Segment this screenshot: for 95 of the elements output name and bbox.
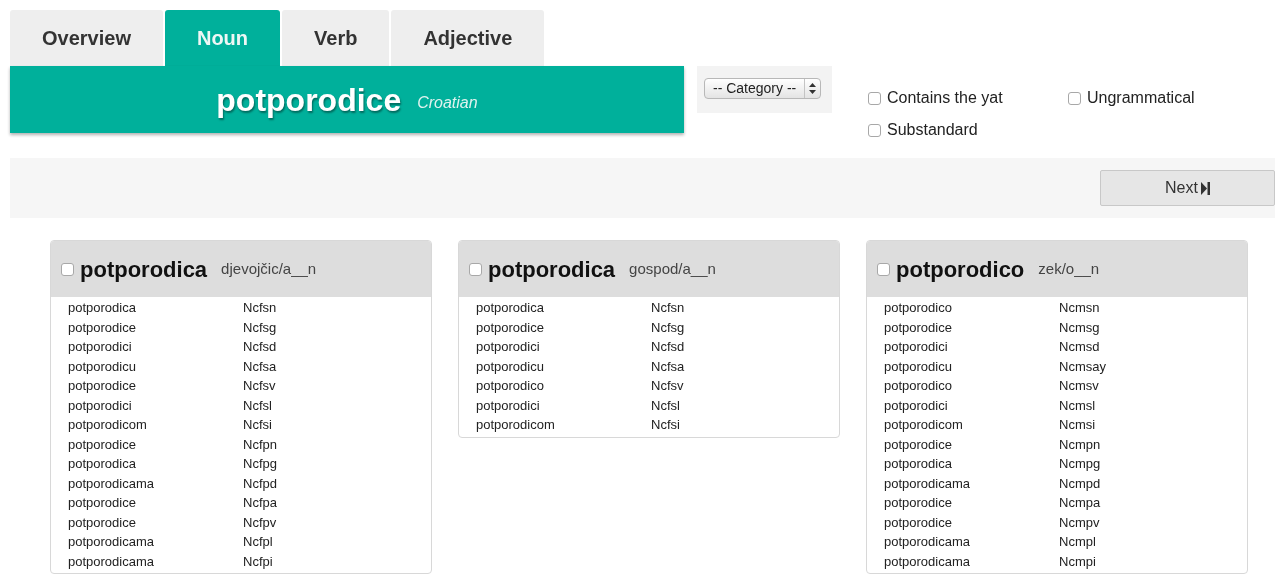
tag: Ncmpv bbox=[1059, 512, 1100, 532]
word-form: potporodicu bbox=[476, 357, 545, 376]
word-form: potporodice bbox=[68, 435, 137, 454]
tag: Ncfpg bbox=[243, 454, 277, 474]
tag: Ncmpd bbox=[1059, 473, 1101, 493]
tag: Ncmsi bbox=[1059, 415, 1096, 435]
tag: Ncfsv bbox=[651, 376, 684, 396]
checkbox[interactable] bbox=[877, 262, 890, 276]
tag: Ncmsv bbox=[1059, 376, 1099, 396]
checkbox[interactable] bbox=[469, 262, 482, 276]
word-form: potporodice bbox=[476, 318, 545, 337]
tag: Ncfpv bbox=[243, 512, 277, 532]
pattern: djevojčic/a__n bbox=[221, 258, 317, 279]
tag: Ncfsa bbox=[243, 356, 277, 376]
pattern: zek/o__n bbox=[1038, 258, 1100, 279]
lemma: potporodica bbox=[488, 255, 616, 284]
word-form: potporodice bbox=[884, 435, 953, 454]
checkbox-label: Ungrammatical bbox=[1087, 88, 1195, 108]
checkbox-label: Contains the yat bbox=[887, 88, 1003, 108]
tag: Ncfpn bbox=[243, 434, 277, 454]
word-form: potporodice bbox=[884, 494, 953, 512]
word-form: potporodici bbox=[68, 338, 133, 356]
word-form: potporodici bbox=[884, 338, 949, 356]
checkbox-label: Substandard bbox=[887, 120, 978, 140]
word-form: potporodicom bbox=[68, 416, 148, 434]
word-form: potporodicu bbox=[884, 357, 953, 376]
tag: Ncfsg bbox=[243, 317, 277, 337]
stepper-icon bbox=[809, 83, 817, 94]
word-form: potporodicama bbox=[68, 552, 155, 571]
tag: Ncfsl bbox=[651, 395, 680, 415]
tag: Ncmsd bbox=[1059, 337, 1100, 357]
tag: Ncmpa bbox=[1059, 493, 1101, 513]
word-form: potporodicama bbox=[884, 533, 971, 551]
word-form: potporodice bbox=[68, 513, 137, 532]
word-form: potporodica bbox=[884, 455, 953, 473]
pattern: gospod/a__n bbox=[629, 258, 716, 279]
word-form: potporodica bbox=[68, 455, 137, 473]
word-form: potporodice bbox=[68, 494, 137, 512]
word-form: potporodicama bbox=[68, 474, 155, 493]
tab[interactable]: Verb bbox=[282, 10, 390, 66]
skip-forward-icon bbox=[1200, 181, 1210, 195]
tag: Ncmsl bbox=[1059, 395, 1096, 415]
language-label: Croatian bbox=[417, 92, 478, 113]
word-form: potporodico bbox=[476, 377, 545, 395]
word-form: potporodice bbox=[68, 318, 137, 337]
tag: Ncfsn bbox=[243, 298, 277, 318]
word-form: potporodicama bbox=[884, 474, 971, 493]
word-form: potporodici bbox=[68, 396, 133, 415]
tag: Ncfsi bbox=[651, 415, 680, 435]
word-form: potporodicama bbox=[884, 552, 971, 571]
lemma: potporodica bbox=[80, 255, 208, 284]
tag: Ncfsd bbox=[651, 337, 685, 357]
tag: Ncmsn bbox=[1059, 298, 1100, 318]
category-select[interactable]: -- Category -- bbox=[704, 78, 822, 99]
word-form: potporodicom bbox=[476, 416, 556, 434]
tag: Ncmpl bbox=[1059, 532, 1096, 552]
tag: Ncmpn bbox=[1059, 434, 1101, 454]
tag: Ncfpa bbox=[243, 493, 277, 513]
checkbox[interactable] bbox=[1068, 91, 1081, 105]
checkbox[interactable] bbox=[61, 262, 74, 276]
word-form: potporodici bbox=[884, 396, 949, 415]
tag: Ncmpg bbox=[1059, 454, 1101, 474]
tag: Ncfsv bbox=[243, 376, 276, 396]
word-form: potporodicu bbox=[68, 357, 137, 376]
tag: Ncmpi bbox=[1059, 551, 1096, 571]
checkbox[interactable] bbox=[868, 123, 881, 137]
word-form: potporodice bbox=[884, 513, 953, 532]
tab[interactable]: Overview bbox=[10, 10, 163, 66]
tag: Ncmsg bbox=[1059, 317, 1100, 337]
next-button[interactable]: Next bbox=[1100, 170, 1275, 206]
word-form: potporodici bbox=[476, 396, 541, 415]
tag: Ncfpi bbox=[243, 551, 273, 571]
tag: Ncfpd bbox=[243, 473, 277, 493]
word-form: potporodico bbox=[884, 377, 953, 395]
word-form: potporodicom bbox=[884, 416, 964, 434]
word-form: potporodico bbox=[884, 299, 953, 317]
word-form: potporodice bbox=[68, 377, 137, 395]
word-form: potporodica bbox=[68, 299, 137, 317]
tag: Ncfsd bbox=[243, 337, 277, 357]
checkbox[interactable] bbox=[868, 91, 881, 105]
word-form: potporodice bbox=[884, 318, 953, 337]
tag: Ncfsn bbox=[651, 298, 685, 318]
tag: Ncfpl bbox=[243, 532, 273, 552]
tag: Ncmsay bbox=[1059, 356, 1106, 376]
word-form: potporodicama bbox=[68, 533, 155, 551]
headword: potporodice bbox=[216, 80, 402, 120]
tag: Ncfsl bbox=[243, 395, 272, 415]
category-value: -- Category -- bbox=[712, 79, 798, 98]
word-form: potporodica bbox=[476, 299, 545, 317]
tag: Ncfsa bbox=[651, 356, 685, 376]
tag: Ncfsg bbox=[651, 317, 685, 337]
word-form: potporodici bbox=[476, 338, 541, 356]
tab[interactable]: Adjective bbox=[391, 10, 545, 66]
tag: Ncfsi bbox=[243, 415, 272, 435]
lemma: potporodico bbox=[896, 255, 1025, 284]
